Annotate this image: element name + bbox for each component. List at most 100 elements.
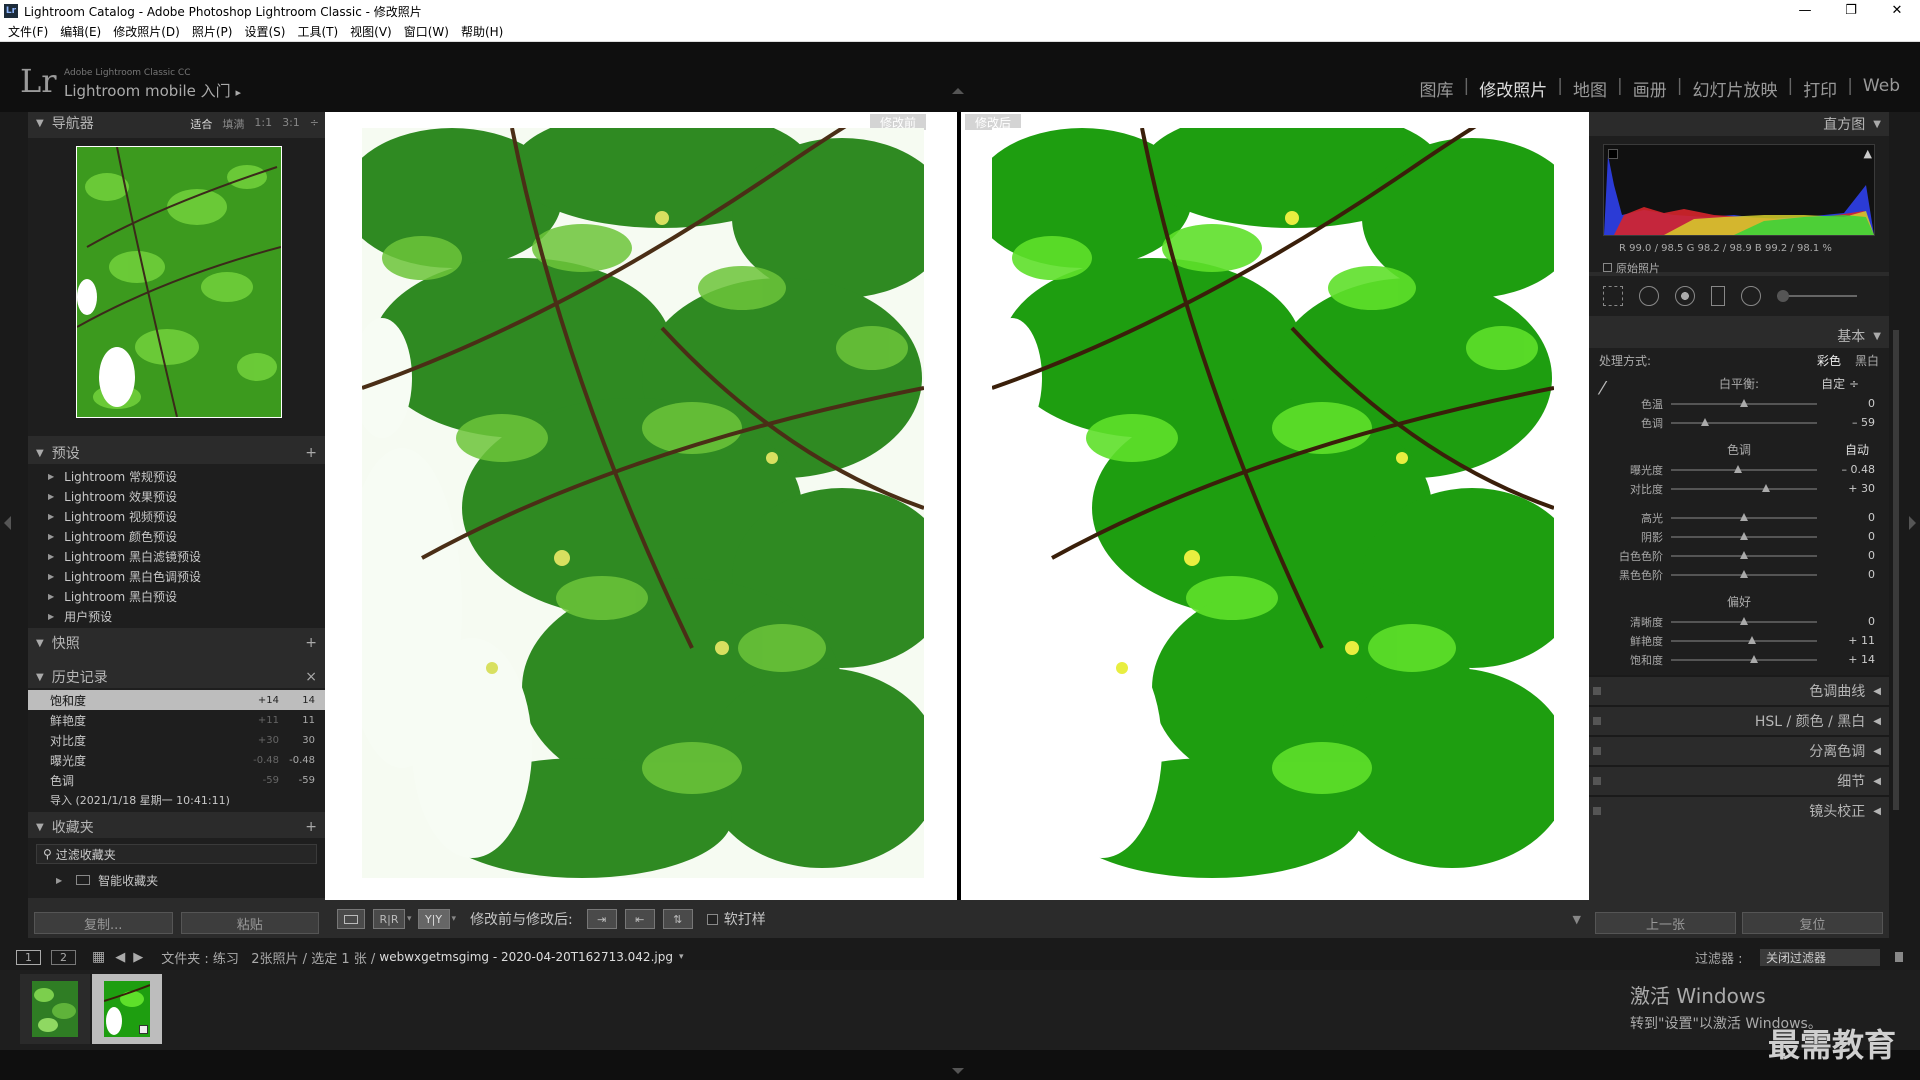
slider-track[interactable] <box>1671 616 1817 625</box>
zoom-fit[interactable]: 适合 <box>190 116 212 132</box>
navigator-header[interactable]: ▼ 导航器 适合 填满 1:1 3:1 ÷ <box>28 112 325 134</box>
slider-track[interactable] <box>1671 635 1817 644</box>
menu-tools[interactable]: 工具(T) <box>297 23 338 40</box>
menu-settings[interactable]: 设置(S) <box>244 23 285 40</box>
filter-collections-input[interactable]: ⚲ 过滤收藏夹 <box>36 844 317 864</box>
panel-toggle-icon[interactable] <box>1593 687 1601 695</box>
preset-folder[interactable]: ▶ 用户预设 <box>28 606 325 626</box>
filter-lock-icon[interactable] <box>1895 952 1903 962</box>
grid-view-icon[interactable]: ▦ <box>92 949 105 965</box>
crop-tool-icon[interactable] <box>1603 286 1623 306</box>
zoom-3-1[interactable]: 3:1 <box>282 116 300 132</box>
histogram-header[interactable]: 直方图 ▼ <box>1589 112 1889 136</box>
history-row[interactable]: 对比度 +30 30 <box>28 730 325 750</box>
history-row[interactable]: 导入 (2021/1/18 星期一 10:41:11) <box>28 790 325 810</box>
slider-knob[interactable] <box>1740 398 1748 407</box>
smart-collections-item[interactable]: ▶ 智能收藏夹 <box>36 868 317 892</box>
slider-knob[interactable] <box>1740 569 1748 578</box>
paste-button[interactable]: 粘贴 <box>180 912 319 934</box>
panel-toggle-icon[interactable] <box>1593 777 1601 785</box>
history-row[interactable]: 鲜艳度 +11 11 <box>28 710 325 730</box>
wb-select[interactable]: 自定 ÷ <box>1821 375 1859 392</box>
menu-photo[interactable]: 照片(P) <box>192 23 233 40</box>
slider-value[interactable]: – 0.48 <box>1842 463 1876 476</box>
module-book[interactable]: 画册 <box>1633 76 1667 101</box>
original-photo-toggle[interactable]: 原始照片 <box>1603 260 1660 276</box>
back-arrow-icon[interactable]: ◀ <box>115 950 125 965</box>
add-snapshot-icon[interactable]: + <box>305 635 317 651</box>
panel-toggle-icon[interactable] <box>1593 747 1601 755</box>
forward-arrow-icon[interactable]: ▶ <box>133 950 143 965</box>
right-scrollbar[interactable] <box>1893 330 1899 810</box>
slider-track[interactable] <box>1671 417 1817 426</box>
history-row[interactable]: 色调 -59 -59 <box>28 770 325 790</box>
preset-folder[interactable]: ▶ Lightroom 黑白预设 <box>28 586 325 606</box>
copy-before-to-after-icon[interactable]: ⇥ <box>586 909 617 929</box>
collapse-right-arrow-icon[interactable] <box>1909 516 1916 530</box>
module-library[interactable]: 图库 <box>1420 76 1454 101</box>
module-develop[interactable]: 修改照片 <box>1479 76 1547 101</box>
lens-corrections-header[interactable]: 镜头校正 ◀ <box>1589 795 1889 825</box>
slider-value[interactable]: 0 <box>1868 397 1875 410</box>
menu-develop[interactable]: 修改照片(D) <box>113 23 180 40</box>
highlight-clipping-icon[interactable]: ▲ <box>1864 147 1872 160</box>
module-slideshow[interactable]: 幻灯片放映 <box>1692 76 1777 101</box>
slider-track[interactable] <box>1671 464 1817 473</box>
collapse-bottom-arrow-icon[interactable] <box>952 1068 964 1074</box>
before-after-lr-button[interactable]: R|R <box>373 909 405 929</box>
red-eye-tool-icon[interactable] <box>1675 286 1695 306</box>
module-web[interactable]: Web <box>1863 76 1900 101</box>
filter-select[interactable]: 关闭过滤器 <box>1760 948 1880 966</box>
collapse-top-arrow-icon[interactable] <box>952 88 964 94</box>
add-collection-icon[interactable]: + <box>305 819 317 835</box>
copy-after-to-before-icon[interactable]: ⇤ <box>624 909 655 929</box>
slider-track[interactable] <box>1671 550 1817 559</box>
adjustment-brush-icon[interactable] <box>1777 290 1857 302</box>
filmstrip-thumb-selected[interactable] <box>92 974 162 1044</box>
reset-button[interactable]: 复位 <box>1742 912 1883 934</box>
slider-knob[interactable] <box>1748 635 1757 644</box>
add-preset-icon[interactable]: + <box>305 445 317 461</box>
dropdown-arrow-icon[interactable]: ▾ <box>407 914 412 924</box>
current-filename[interactable]: webwxgetmsgimg - 2020-04-20T162713.042.j… <box>379 950 673 964</box>
slider-value[interactable]: 0 <box>1868 530 1875 543</box>
minimize-button[interactable]: — <box>1782 0 1828 22</box>
slider-track[interactable] <box>1671 512 1817 521</box>
identity-label[interactable]: Lightroom mobile 入门 ▸ <box>64 80 241 101</box>
filmstrip-thumb[interactable] <box>20 974 90 1044</box>
preset-folder[interactable]: ▶ Lightroom 效果预设 <box>28 486 325 506</box>
slider-knob[interactable] <box>1750 654 1759 663</box>
slider-value[interactable]: – 59 <box>1852 416 1875 429</box>
dropdown-arrow-icon[interactable]: ▾ <box>452 914 457 924</box>
treatment-bw-button[interactable]: 黑白 <box>1855 352 1879 369</box>
preset-folder[interactable]: ▶ Lightroom 颜色预设 <box>28 526 325 546</box>
menu-help[interactable]: 帮助(H) <box>461 23 503 40</box>
softproof-checkbox[interactable] <box>706 913 718 925</box>
preset-folder[interactable]: ▶ Lightroom 常规预设 <box>28 466 325 486</box>
preset-folder[interactable]: ▶ Lightroom 黑白滤镜预设 <box>28 546 325 566</box>
split-toning-header[interactable]: 分离色调 ◀ <box>1589 735 1889 765</box>
module-print[interactable]: 打印 <box>1803 76 1837 101</box>
slider-value[interactable]: + 11 <box>1848 634 1875 647</box>
slider-knob[interactable] <box>1734 464 1743 473</box>
history-row[interactable]: 曝光度 -0.48 -0.48 <box>28 750 325 770</box>
preset-folder[interactable]: ▶ Lightroom 视频预设 <box>28 506 325 526</box>
close-button[interactable]: ✕ <box>1874 0 1920 22</box>
panel-toggle-icon[interactable] <box>1593 807 1601 815</box>
slider-value[interactable]: 0 <box>1868 549 1875 562</box>
tone-curve-header[interactable]: 色调曲线 ◀ <box>1589 675 1889 705</box>
zoom-fill[interactable]: 填满 <box>222 116 244 132</box>
slider-knob[interactable] <box>1740 550 1748 559</box>
filename-dropdown-icon[interactable]: ▾ <box>679 952 684 962</box>
panel-toggle-icon[interactable] <box>1593 717 1601 725</box>
toolbar-menu-arrow-icon[interactable]: ▼ <box>1573 913 1581 926</box>
after-photo[interactable] <box>992 128 1554 878</box>
zoom-more-icon[interactable]: ÷ <box>310 116 319 132</box>
zoom-1-1[interactable]: 1:1 <box>254 116 272 132</box>
collapse-left-arrow-icon[interactable] <box>4 516 11 530</box>
slider-knob[interactable] <box>1740 512 1748 521</box>
collections-header[interactable]: ▼ 收藏夹 + <box>28 816 325 838</box>
treatment-color-button[interactable]: 彩色 <box>1817 352 1841 369</box>
hsl-header[interactable]: HSL / 颜色 / 黑白 ◀ <box>1589 705 1889 735</box>
slider-knob[interactable] <box>1761 483 1770 492</box>
